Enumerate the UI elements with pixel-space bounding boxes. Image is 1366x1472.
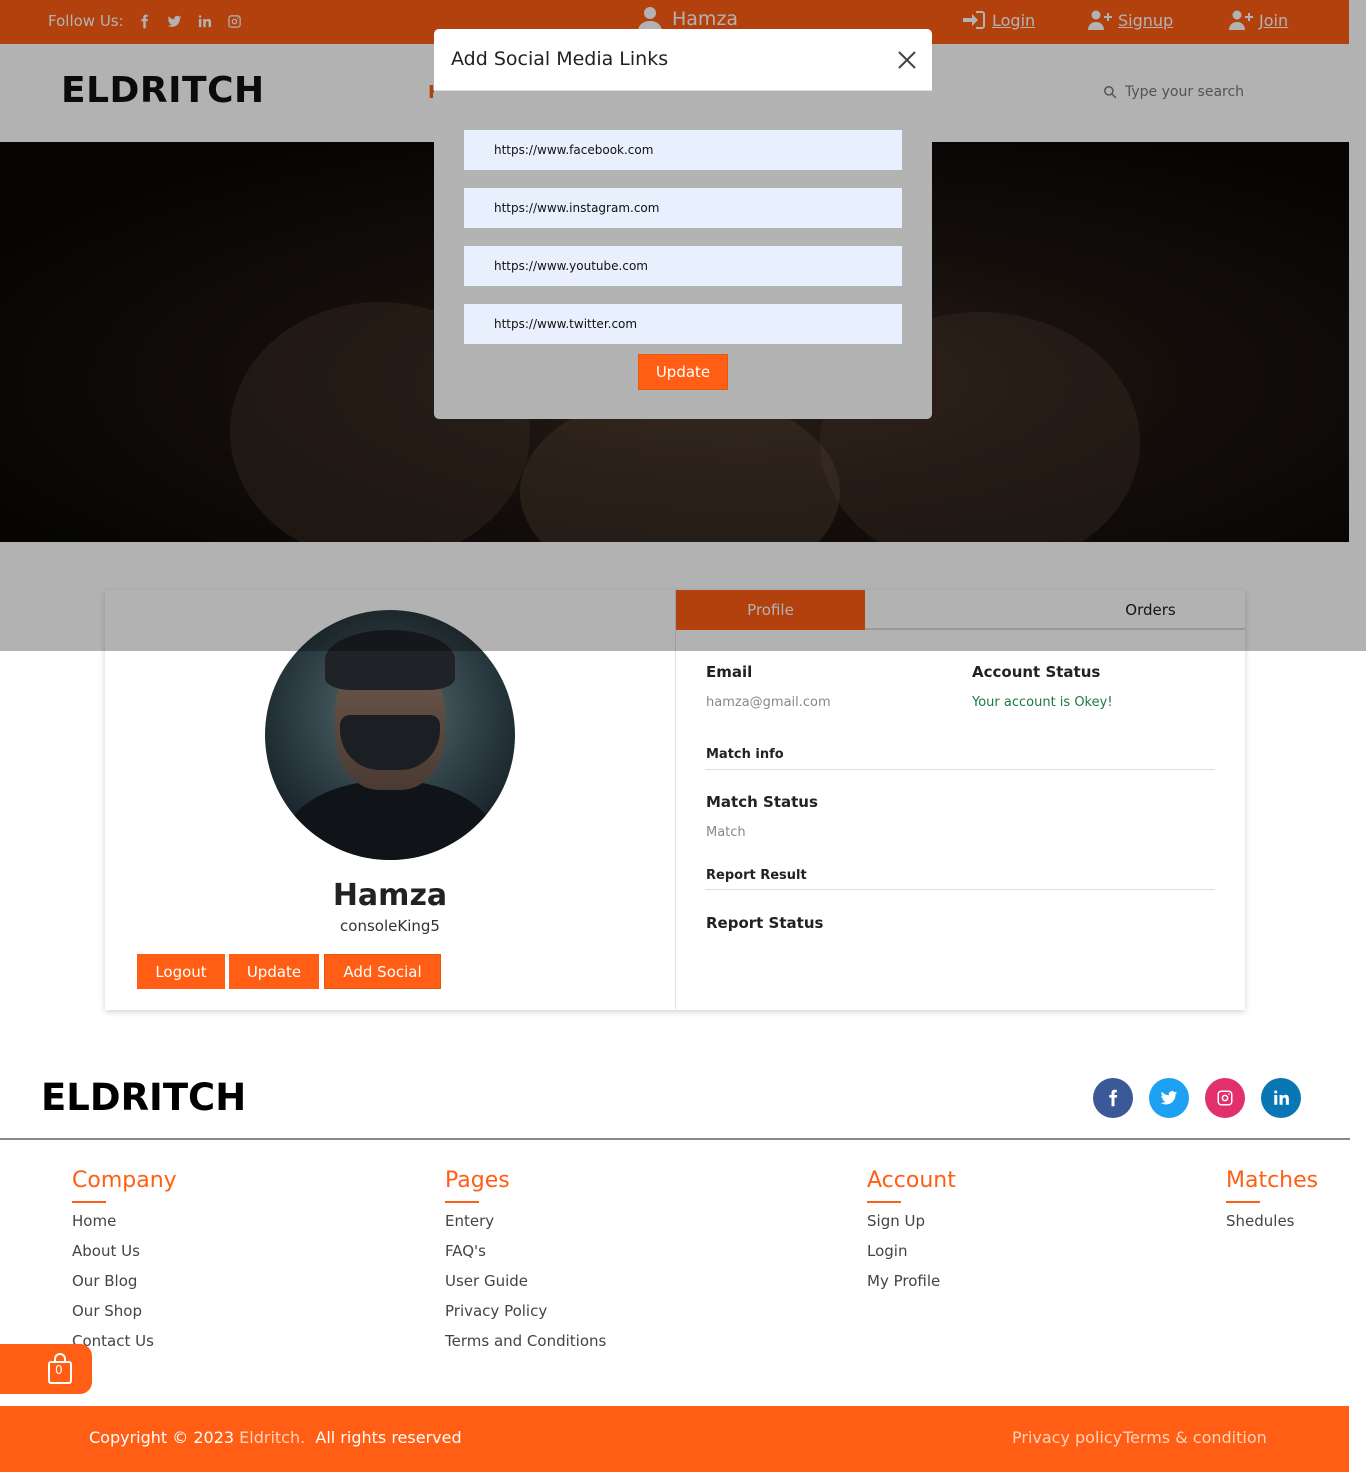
footer-link-faqs[interactable]: FAQ's <box>445 1242 486 1260</box>
card-divider <box>675 590 676 1010</box>
instagram-icon[interactable] <box>1205 1078 1245 1118</box>
report-result-heading: Report Result <box>706 868 807 883</box>
copyright-suffix: All rights reserved <box>315 1428 462 1447</box>
facebook-link-input[interactable] <box>464 130 902 170</box>
profile-username: consoleKing5 <box>340 917 440 935</box>
add-social-button[interactable]: Add Social <box>324 954 441 989</box>
account-status-label: Account Status <box>972 663 1101 681</box>
email-value: hamza@gmail.com <box>706 695 831 710</box>
instagram-link-input[interactable] <box>464 188 902 228</box>
footer-link-privacy[interactable]: Privacy Policy <box>445 1302 547 1320</box>
twitter-icon[interactable] <box>1149 1078 1189 1118</box>
footer-company-title: Company <box>72 1168 177 1203</box>
report-status-label: Report Status <box>706 914 824 932</box>
footer-account-title: Account <box>867 1168 956 1203</box>
email-label: Email <box>706 663 753 681</box>
divider <box>705 769 1215 770</box>
modal-title: Add Social Media Links <box>451 48 669 70</box>
match-status-value: Match <box>706 825 746 840</box>
copyright-prefix: Copyright © 2023 <box>89 1428 235 1447</box>
footer-link-home[interactable]: Home <box>72 1212 116 1230</box>
linkedin-icon[interactable] <box>1261 1078 1301 1118</box>
privacy-policy-link[interactable]: Privacy policy <box>1012 1428 1122 1447</box>
footer-link-shop[interactable]: Our Shop <box>72 1302 142 1320</box>
modal-update-button[interactable]: Update <box>638 354 728 390</box>
footer-matches-title: Matches <box>1226 1168 1319 1203</box>
footer-logo[interactable]: ELDRITCH <box>41 1076 246 1119</box>
facebook-icon[interactable] <box>1093 1078 1133 1118</box>
footer-link-about[interactable]: About Us <box>72 1242 140 1260</box>
match-status-label: Match Status <box>706 793 818 811</box>
profile-name: Hamza <box>332 878 448 913</box>
footer-link-login[interactable]: Login <box>867 1242 907 1260</box>
update-button[interactable]: Update <box>229 954 319 989</box>
twitter-link-input[interactable] <box>464 304 902 344</box>
divider <box>705 889 1215 890</box>
footer-link-schedules[interactable]: Shedules <box>1226 1212 1295 1230</box>
match-info-heading: Match info <box>706 747 784 762</box>
youtube-link-input[interactable] <box>464 246 902 286</box>
terms-link[interactable]: Terms & condition <box>1123 1428 1267 1447</box>
footer-link-signup[interactable]: Sign Up <box>867 1212 925 1230</box>
modal-header: Add Social Media Links <box>434 29 932 91</box>
copyright-brand[interactable]: Eldritch. <box>239 1428 305 1447</box>
social-links-modal: Add Social Media Links Update <box>434 29 932 419</box>
footer-link-my-profile[interactable]: My Profile <box>867 1272 940 1290</box>
profile-card: Hamza consoleKing5 Logout Update Add Soc… <box>105 590 1245 1010</box>
footer-link-entery[interactable]: Entery <box>445 1212 494 1230</box>
footer-link-blog[interactable]: Our Blog <box>72 1272 137 1290</box>
logout-button[interactable]: Logout <box>137 954 225 989</box>
close-icon[interactable] <box>896 49 918 71</box>
footer-link-terms[interactable]: Terms and Conditions <box>445 1332 606 1350</box>
copyright: Copyright © 2023 Eldritch. All rights re… <box>89 1428 462 1447</box>
footer-link-user-guide[interactable]: User Guide <box>445 1272 528 1290</box>
footer-divider <box>0 1138 1350 1140</box>
cart-count: 0 <box>55 1363 63 1377</box>
footer-pages-title: Pages <box>445 1168 510 1203</box>
footer-bottom-bar: Copyright © 2023 Eldritch. All rights re… <box>0 1406 1349 1472</box>
cart-button[interactable]: 0 <box>0 1344 92 1394</box>
account-status-value: Your account is Okey! <box>972 695 1113 710</box>
